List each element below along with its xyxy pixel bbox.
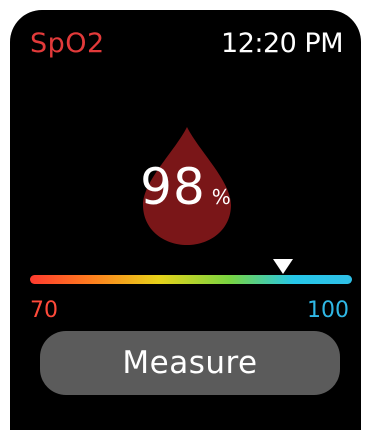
app-title: SpO2 (30, 28, 105, 59)
spo2-unit: % (211, 185, 231, 209)
watch-screen: SpO2 12:20 PM 98% 70 100 Measure (10, 10, 361, 430)
clock-time: 12:20 PM (221, 28, 343, 59)
spo2-reading: 98% (10, 158, 361, 216)
spo2-gradient-scale (30, 275, 352, 284)
measure-button[interactable]: Measure (40, 331, 340, 395)
scale-min-label: 70 (30, 298, 58, 323)
watch-frame: SpO2 12:20 PM 98% 70 100 Measure (0, 0, 369, 430)
scale-max-label: 100 (307, 298, 349, 323)
triangle-pointer-icon (273, 259, 293, 274)
spo2-value: 98 (140, 158, 206, 216)
